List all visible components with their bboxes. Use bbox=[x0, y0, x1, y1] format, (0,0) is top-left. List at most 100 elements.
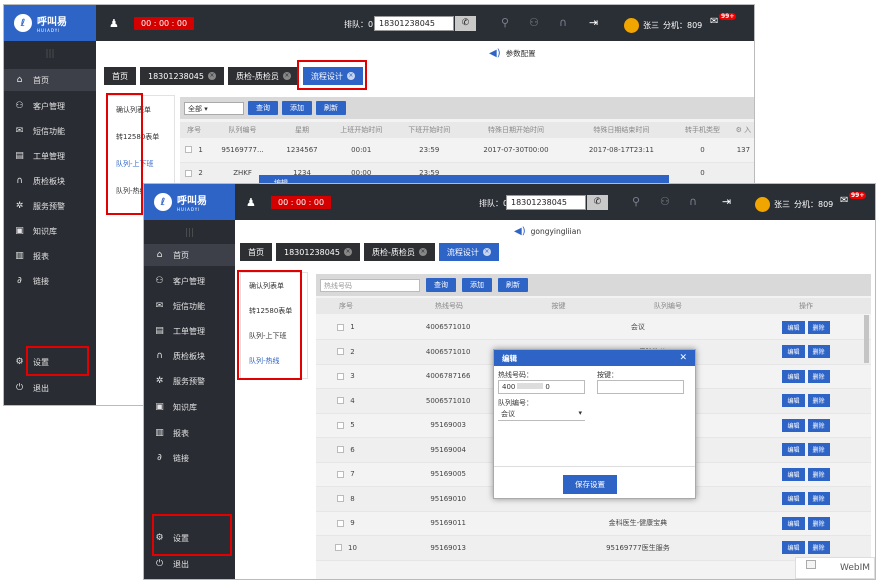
status-icon[interactable]: ⚲ bbox=[632, 195, 640, 208]
delete-button[interactable]: 删除 bbox=[807, 345, 830, 359]
headset-icon[interactable]: ∩ bbox=[689, 195, 697, 208]
sidebar-item-sms[interactable]: ✉ 短信功能 bbox=[144, 295, 235, 317]
edit-button[interactable]: 编辑 bbox=[782, 541, 805, 555]
tab-qc[interactable]: 质检-质检员 × bbox=[364, 243, 435, 261]
row-checkbox[interactable] bbox=[337, 397, 345, 405]
dial-button[interactable]: ✆ bbox=[455, 16, 476, 31]
signout-icon[interactable]: ⇥ bbox=[589, 16, 598, 29]
sidebar-item-tickets[interactable]: ▤ 工单管理 bbox=[144, 320, 235, 342]
collapse-handle[interactable]: ||| bbox=[4, 49, 96, 59]
row-checkbox[interactable] bbox=[335, 544, 343, 552]
webim-widget[interactable]: WebIM bbox=[795, 557, 875, 579]
row-checkbox[interactable] bbox=[337, 519, 345, 527]
table-row[interactable]: 9 95169011 金科医生-健康宝典 编辑 删除 bbox=[316, 511, 871, 536]
sidebar-item-customers[interactable]: ⚇ 客户管理 bbox=[4, 95, 96, 117]
tab-home[interactable]: 首页 bbox=[104, 67, 136, 85]
sidebar-item-links[interactable]: ∂ 链接 bbox=[144, 447, 235, 469]
sidebar-item-logout[interactable]: ⏻ 退出 bbox=[144, 553, 235, 575]
delete-button[interactable]: 删除 bbox=[807, 492, 830, 506]
row-checkbox[interactable] bbox=[337, 348, 345, 356]
edit-button[interactable]: 编辑 bbox=[782, 516, 805, 530]
sidebar-item-logout[interactable]: ⏻ 退出 bbox=[4, 377, 96, 399]
row-checkbox[interactable] bbox=[337, 446, 345, 454]
query-button[interactable]: 查询 bbox=[426, 278, 456, 292]
sidebar-item-alarm[interactable]: ✲ 服务预警 bbox=[144, 370, 235, 392]
add-button[interactable]: 添加 bbox=[462, 278, 492, 292]
hotline-search-input[interactable]: 热线号码 bbox=[320, 278, 420, 292]
delete-button[interactable]: 删除 bbox=[807, 418, 830, 432]
tab-flow-design[interactable]: 流程设计 × bbox=[438, 243, 499, 261]
edit-button[interactable]: 编辑 bbox=[782, 418, 805, 432]
sidebar-item-reports[interactable]: ▥ 报表 bbox=[144, 422, 235, 444]
edit-button[interactable]: 编辑 bbox=[782, 369, 805, 383]
row-checkbox[interactable] bbox=[185, 146, 193, 154]
sidebar-item-kb[interactable]: ▣ 知识库 bbox=[144, 396, 235, 418]
query-button[interactable]: 查询 bbox=[248, 101, 278, 115]
mail-icon[interactable]: ✉ 99+ bbox=[710, 13, 737, 27]
edit-button[interactable]: 编辑 bbox=[782, 492, 805, 506]
collapse-handle[interactable]: ||| bbox=[144, 228, 235, 238]
sidebar-item-kb[interactable]: ▣ 知识库 bbox=[4, 220, 96, 242]
save-settings-button[interactable]: 保存设置 bbox=[563, 475, 617, 494]
row-checkbox[interactable] bbox=[337, 470, 345, 478]
phone-input[interactable]: 18301238045 bbox=[506, 195, 586, 210]
sidebar-item-customers[interactable]: ⚇ 客户管理 bbox=[144, 270, 235, 292]
edit-button[interactable]: 编辑 bbox=[782, 345, 805, 359]
delete-button[interactable]: 删除 bbox=[807, 467, 830, 481]
close-icon[interactable]: × bbox=[418, 248, 427, 256]
sidebar-item-links[interactable]: ∂ 链接 bbox=[4, 270, 96, 292]
refresh-button[interactable]: 刷新 bbox=[316, 101, 346, 115]
hotline-field[interactable]: 400 0 bbox=[498, 380, 585, 394]
edit-button[interactable]: 编辑 bbox=[782, 394, 805, 408]
delete-button[interactable]: 删除 bbox=[807, 369, 830, 383]
scrollbar[interactable] bbox=[864, 315, 869, 363]
sidebar-item-sms[interactable]: ✉ 短信功能 bbox=[4, 120, 96, 142]
status-icon[interactable]: ⚲ bbox=[501, 16, 509, 29]
sidebar-item-reports[interactable]: ▥ 报表 bbox=[4, 245, 96, 267]
edit-button[interactable]: 编辑 bbox=[782, 320, 805, 334]
close-icon[interactable]: ✕ bbox=[679, 353, 687, 363]
queue-select[interactable]: 会议 ▾ bbox=[498, 407, 585, 421]
table-row[interactable]: 1 95169777... 1234567 00:01 23:59 2017-07-30T… bbox=[180, 138, 754, 163]
tab-phone[interactable]: 18301238045 × bbox=[140, 67, 224, 85]
table-row[interactable]: 10 95169013 95169777医生服务 编辑 删除 bbox=[316, 535, 871, 561]
user-info[interactable]: 张三 分机：809 bbox=[624, 18, 702, 33]
row-checkbox[interactable] bbox=[337, 495, 345, 503]
tab-qc[interactable]: 质检-质检员 × bbox=[228, 67, 299, 85]
sidebar-item-tickets[interactable]: ▤ 工单管理 bbox=[4, 145, 96, 167]
user-info[interactable]: 张三 分机：809 bbox=[755, 197, 833, 212]
signout-icon[interactable]: ⇥ bbox=[722, 195, 731, 208]
sidebar-item-home[interactable]: ⌂ 首页 bbox=[4, 69, 96, 91]
tab-phone[interactable]: 18301238045 × bbox=[276, 243, 360, 261]
group-icon[interactable]: ⚇ bbox=[529, 16, 539, 29]
dial-button[interactable]: ✆ bbox=[587, 195, 608, 210]
sidebar-item-alarm[interactable]: ✲ 服务预警 bbox=[4, 195, 96, 217]
mail-icon[interactable]: ✉ 99+ bbox=[840, 192, 867, 206]
delete-button[interactable]: 删除 bbox=[807, 443, 830, 457]
group-icon[interactable]: ⚇ bbox=[660, 195, 670, 208]
headset-icon[interactable]: ∩ bbox=[559, 16, 567, 29]
sidebar-item-qc[interactable]: ∩ 质检板块 bbox=[4, 170, 96, 192]
key-field[interactable] bbox=[597, 380, 684, 394]
row-checkbox[interactable] bbox=[337, 421, 345, 429]
add-button[interactable]: 添加 bbox=[282, 101, 312, 115]
phone-input[interactable]: 18301238045 bbox=[374, 16, 454, 31]
user-icon[interactable]: ♟ bbox=[246, 196, 256, 209]
table-row[interactable]: 1 4006571010 会议 编辑 删除 bbox=[316, 315, 871, 340]
refresh-button[interactable]: 刷新 bbox=[498, 278, 528, 292]
delete-button[interactable]: 删除 bbox=[807, 320, 830, 334]
delete-button[interactable]: 删除 bbox=[807, 541, 830, 555]
delete-button[interactable]: 删除 bbox=[807, 394, 830, 408]
tab-home[interactable]: 首页 bbox=[240, 243, 272, 261]
status-select[interactable]: 全部 ▾ bbox=[184, 101, 244, 115]
row-checkbox[interactable] bbox=[337, 323, 345, 331]
delete-button[interactable]: 删除 bbox=[807, 516, 830, 530]
edit-button[interactable]: 编辑 bbox=[782, 467, 805, 481]
close-icon[interactable]: × bbox=[344, 248, 352, 256]
close-icon[interactable]: × bbox=[282, 72, 291, 80]
edit-button[interactable]: 编辑 bbox=[782, 443, 805, 457]
sidebar-item-home[interactable]: ⌂ 首页 bbox=[144, 244, 235, 266]
close-icon[interactable]: × bbox=[208, 72, 216, 80]
close-icon[interactable]: × bbox=[482, 248, 491, 256]
row-checkbox[interactable] bbox=[337, 372, 345, 380]
